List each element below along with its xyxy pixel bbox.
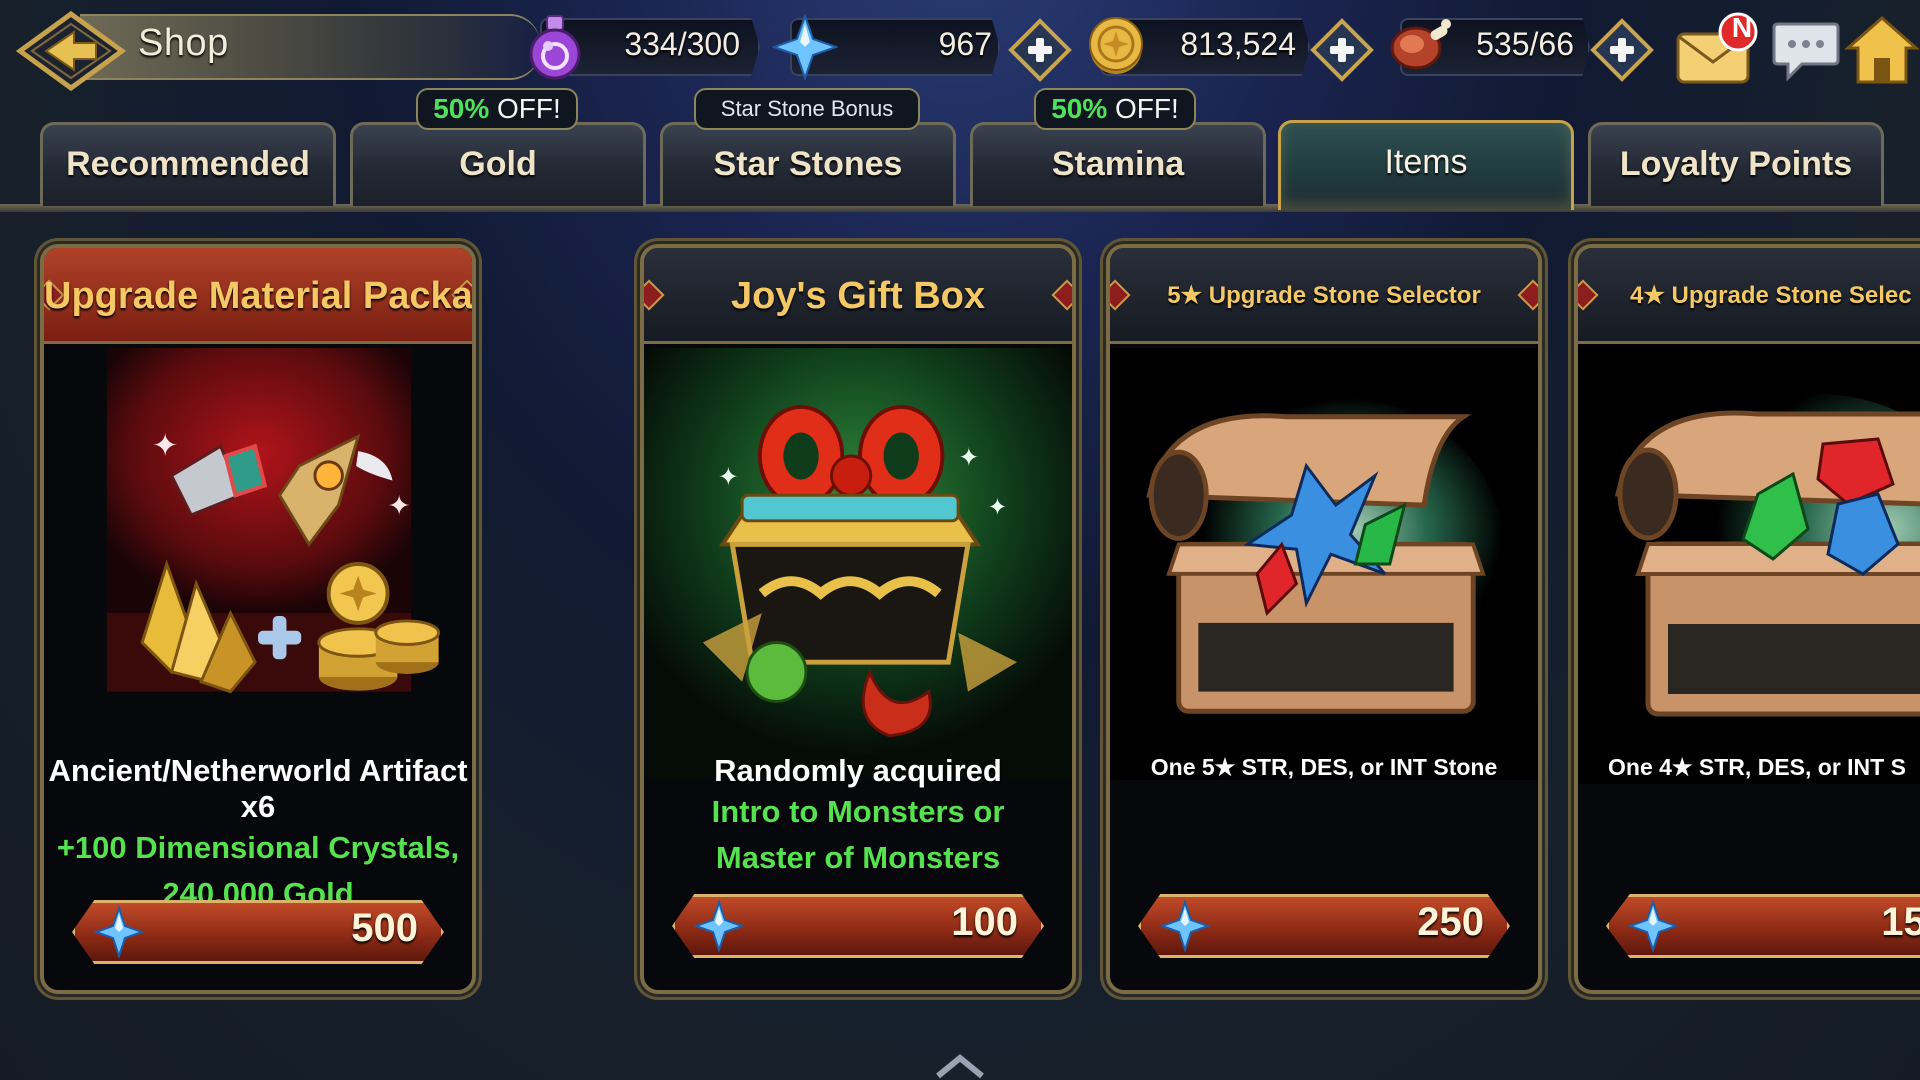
star-stone-icon: [1160, 900, 1210, 952]
tab-star-stones[interactable]: Star Stones: [660, 122, 956, 206]
meat-icon: [1390, 19, 1451, 70]
star-stone-icon: [94, 906, 144, 958]
top-bar: Shop 334/300 967 813,524 535/66 N: [0, 0, 1920, 100]
upgrade-material-package-image: ✦ ✦: [106, 348, 441, 694]
5-star-stone-selector-image: [1110, 348, 1538, 780]
star-stone-value: 967: [938, 26, 992, 62]
meat-value: 535/66: [1476, 26, 1574, 62]
back-button[interactable]: [16, 10, 126, 92]
shop-item-card[interactable]: Joy's Gift Box ✦ ✦ ✦ Randomly acquired I…: [640, 244, 1076, 994]
chat-icon: [1772, 22, 1840, 82]
add-star-stones-button[interactable]: [1008, 18, 1072, 82]
svg-text:✦: ✦: [718, 462, 739, 492]
star-stone-icon: [772, 14, 838, 80]
buy-button[interactable]: 500: [60, 892, 456, 972]
4-star-stone-selector-image: [1578, 344, 1920, 784]
tab-gold[interactable]: Gold: [350, 122, 646, 206]
tab-stamina[interactable]: Stamina: [970, 122, 1266, 206]
svg-text:✦: ✦: [958, 443, 979, 473]
card-description: One 5★ STR, DES, or INT Stone: [1150, 754, 1498, 780]
buy-button[interactable]: 100: [660, 886, 1056, 966]
potion-value: 334/300: [624, 26, 740, 62]
chevron-up-icon[interactable]: [934, 1052, 986, 1080]
card-description: Randomly acquired Intro to Monsters or M…: [711, 753, 1005, 875]
page-title: Shop: [138, 22, 229, 64]
chat-button[interactable]: [1770, 16, 1842, 86]
potion-icon: [529, 15, 581, 80]
buy-button[interactable]: 250: [1126, 886, 1522, 966]
home-button[interactable]: [1844, 14, 1920, 86]
tab-items[interactable]: Items: [1278, 120, 1574, 210]
card-title: 4★ Upgrade Stone Selec: [1630, 282, 1912, 309]
svg-text:✦: ✦: [388, 490, 411, 522]
star-stone-bonus-badge: Star Stone Bonus: [694, 88, 920, 130]
card-title: 5★ Upgrade Stone Selector: [1167, 282, 1481, 309]
tab-loyalty-points[interactable]: Loyalty Points: [1588, 122, 1884, 206]
card-title: Joy's Gift Box: [731, 275, 985, 317]
home-icon: [1844, 15, 1920, 84]
star-stone-icon: [694, 900, 744, 952]
add-meat-button[interactable]: [1590, 18, 1654, 82]
price-value: 150: [1881, 900, 1920, 944]
svg-text:✦: ✦: [988, 493, 1008, 521]
card-title: Upgrade Material Package: [44, 275, 472, 317]
gold-coin-icon: [1089, 17, 1143, 74]
star-stone-icon: [1628, 900, 1678, 952]
tab-recommended[interactable]: Recommended: [40, 122, 336, 206]
stamina-discount-badge: 50% OFF!: [1034, 88, 1196, 130]
mail-badge: N: [1731, 12, 1753, 43]
shop-item-card[interactable]: 4★ Upgrade Stone Selec One 4★ STR, DES, …: [1574, 244, 1920, 994]
shop-item-card[interactable]: 5★ Upgrade Stone Selector One 5★ STR, DE…: [1106, 244, 1542, 994]
price-value: 250: [1417, 900, 1484, 944]
price-value: 500: [351, 906, 418, 950]
buy-button[interactable]: 150: [1594, 886, 1920, 966]
price-value: 100: [951, 900, 1018, 944]
add-gold-button[interactable]: [1310, 18, 1374, 82]
joys-gift-box-image: ✦ ✦ ✦: [644, 348, 1072, 780]
shop-item-card[interactable]: Upgrade Material Package ✦ ✦ Ancient/Net…: [40, 244, 476, 994]
gold-value: 813,524: [1180, 26, 1296, 62]
gold-discount-badge: 50% OFF!: [416, 88, 578, 130]
card-description: One 4★ STR, DES, or INT S: [1608, 754, 1906, 780]
svg-text:✦: ✦: [152, 428, 178, 464]
